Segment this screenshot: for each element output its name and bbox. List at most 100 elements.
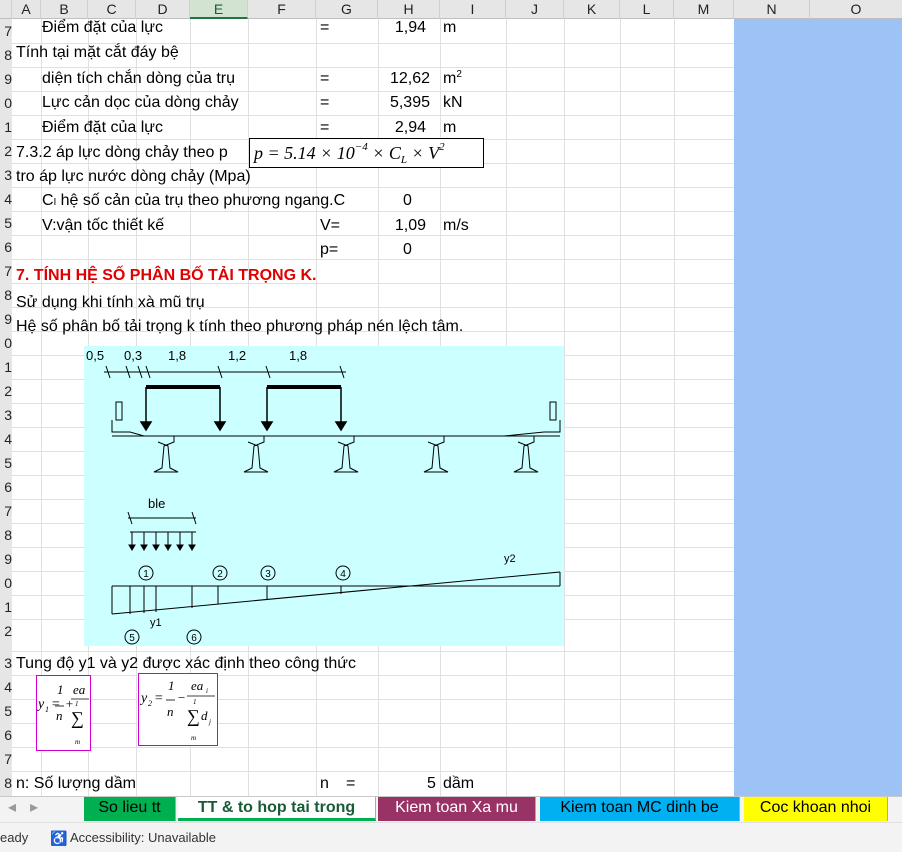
row-header[interactable]: 5 [0, 211, 12, 235]
row-header[interactable]: 3 [0, 163, 12, 187]
cell-unit: m2 [443, 67, 462, 91]
section-heading: 7. TÍNH HỆ SỐ PHÂN BỐ TẢI TRỌNG K. [16, 267, 317, 284]
row-header[interactable]: 2 [0, 139, 12, 163]
column-header-o[interactable]: O [810, 0, 902, 19]
row-header[interactable]: 7 [0, 747, 12, 771]
row-header[interactable]: 2 [0, 379, 12, 403]
formula-object[interactable]: p = 5.14 × 10−4 × CL × V2 [249, 138, 484, 168]
cell-value: 0 [403, 241, 412, 258]
equation-y2[interactable]: y 2 = 1 n − ea i 1 ∑ d j m [138, 673, 218, 746]
scroll-tabs-right-icon[interactable]: ▸ [24, 797, 44, 821]
cell-value: 1,09 [394, 217, 426, 234]
sheet-tab-kiem-toan-xa-mu[interactable]: Kiem toan Xa mu [378, 797, 536, 821]
row-header[interactable]: 9 [0, 547, 12, 571]
svg-text:−: − [177, 690, 186, 705]
eq-num: ea [73, 682, 86, 697]
eq-sum-top: 1 [193, 698, 197, 706]
row-header[interactable]: 8 [0, 43, 12, 67]
status-ready: eady [0, 830, 29, 845]
row-header[interactable]: 3 [0, 651, 12, 675]
row-header[interactable]: 8 [0, 523, 12, 547]
eq-n: n [167, 704, 174, 719]
column-header-k[interactable]: K [564, 0, 620, 19]
column-header-f[interactable]: F [248, 0, 316, 19]
row-header[interactable]: 1 [0, 355, 12, 379]
row-header[interactable]: 4 [0, 675, 12, 699]
cell-eq: V= [320, 217, 341, 234]
row-header[interactable]: 9 [0, 307, 12, 331]
eq-d-sub: j [208, 718, 211, 726]
row-header[interactable]: 8 [0, 771, 12, 795]
row-header[interactable]: 7 [0, 499, 12, 523]
cell-value: 1,94 [394, 19, 426, 36]
eq-sum-top: 1 [75, 700, 79, 708]
cell-value: 2,94 [394, 119, 426, 136]
cell-eq: = [320, 119, 330, 136]
row-header[interactable]: 2 [0, 619, 12, 643]
row-header[interactable]: 0 [0, 91, 12, 115]
sheet-tab-kiem-toan-mc-dinh-be[interactable]: Kiem toan MC dinh be [540, 797, 740, 821]
cell-label: V:vận tốc thiết kế [42, 217, 165, 234]
beam-number: 1 [143, 569, 149, 580]
column-header-j[interactable]: J [506, 0, 564, 19]
sheet-tab-tt-to-hop-tai-trong[interactable]: TT & to hop tai trong [178, 797, 376, 821]
row-header[interactable]: 4 [0, 427, 12, 451]
column-header-n[interactable]: N [734, 0, 810, 19]
row-header[interactable]: 8 [0, 283, 12, 307]
eq-lhs: y [37, 697, 45, 712]
cell-value: 5 [427, 775, 436, 792]
scroll-tabs-left-icon[interactable]: ◂ [0, 797, 24, 821]
row-header[interactable]: 6 [0, 723, 12, 747]
beam-number: 3 [265, 569, 271, 580]
cell-label: Lực cản dọc của dòng chảy [42, 94, 239, 111]
row-header[interactable]: 7 [0, 259, 12, 283]
eq-sum-bot: m [191, 734, 196, 742]
column-header-e[interactable]: E [190, 0, 248, 19]
status-bar: eady ♿ Accessibility: Unavailable [0, 822, 902, 852]
column-header-l[interactable]: L [620, 0, 674, 19]
cell-label: n: Số lượng dầm [16, 775, 136, 792]
filled-column-area [734, 19, 902, 796]
column-header-m[interactable]: M [674, 0, 734, 19]
accessibility-icon[interactable]: ♿ [50, 823, 67, 852]
eq-frac-num: 1 [168, 678, 175, 693]
load-distribution-diagram[interactable]: 0,5 0,3 1,8 1,2 1,8 ble 1 2 3 4 5 6 y1 y… [84, 346, 564, 646]
beam-number: 2 [217, 569, 223, 580]
cell-label: Sử dụng khi tính xà mũ trụ [16, 294, 205, 311]
row-header[interactable]: 1 [0, 595, 12, 619]
beam-number: 5 [129, 633, 135, 644]
dim-label: 1,8 [289, 348, 307, 363]
row-header[interactable]: 0 [0, 571, 12, 595]
row-header[interactable]: 4 [0, 187, 12, 211]
equation-y1-drawing: y 1 = 1 n + ea 1 ∑ m [36, 682, 89, 746]
column-header-a[interactable]: A [12, 0, 41, 19]
sheet-tab-so-lieu-tt[interactable]: So lieu tt [84, 797, 176, 821]
row-header[interactable]: 5 [0, 699, 12, 723]
row-header-bar: 7 8 9 0 1 2 3 4 5 6 7 8 9 0 1 2 3 4 5 6 … [0, 19, 12, 796]
row-header[interactable]: 5 [0, 451, 12, 475]
cell-eq: = [346, 775, 356, 792]
row-header[interactable]: 9 [0, 67, 12, 91]
cell-value: 5,395 [389, 94, 430, 111]
row-header[interactable]: 0 [0, 331, 12, 355]
formula-tail: × V [407, 143, 440, 163]
unit-superscript: 2 [456, 69, 462, 80]
unit-text: m [443, 70, 457, 87]
cell-label: Cₗ hệ số cản của trụ theo phương ngang.C [42, 192, 346, 209]
row-header[interactable]: 7 [0, 19, 12, 43]
accessibility-status[interactable]: Accessibility: Unavailable [70, 823, 216, 852]
select-all-corner[interactable] [0, 0, 12, 19]
row-header[interactable]: 1 [0, 115, 12, 139]
row-header[interactable]: 3 [0, 403, 12, 427]
equation-y2-drawing: y 2 = 1 n − ea i 1 ∑ d j m [139, 678, 215, 742]
row-header[interactable]: 6 [0, 235, 12, 259]
eq-num: ea [191, 678, 204, 693]
cell-unit: kN [443, 94, 463, 111]
cell-value: 12,62 [389, 70, 430, 87]
cell-label: Điểm đặt của lực [42, 19, 163, 36]
formula-prefix: p = 5.14 × 10 [254, 143, 355, 163]
row-header[interactable]: 6 [0, 475, 12, 499]
equation-y1[interactable]: y 1 = 1 n + ea 1 ∑ m [36, 675, 91, 751]
y2-label: y2 [504, 553, 516, 565]
sheet-tab-coc-khoan-nhoi[interactable]: Coc khoan nhoi [744, 797, 888, 821]
